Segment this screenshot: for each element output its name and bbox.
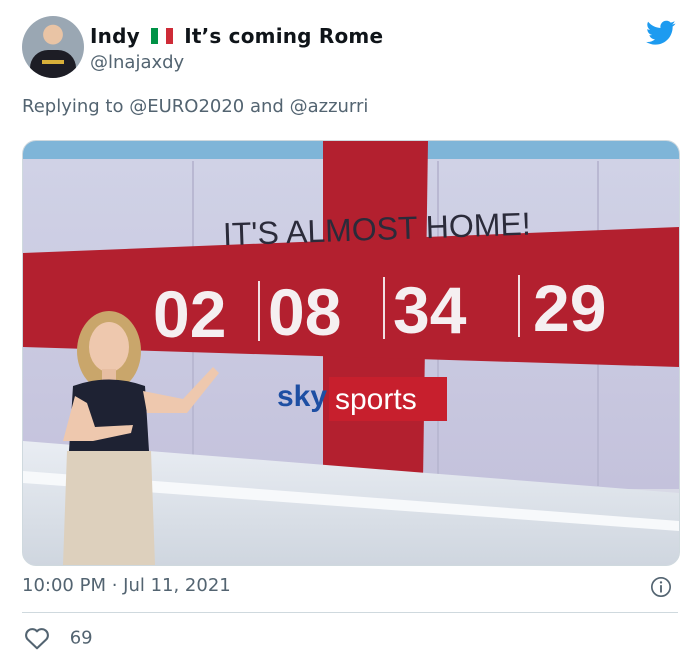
reply-prefix: Replying to (22, 96, 124, 117)
heart-icon[interactable] (24, 626, 50, 650)
author-handle[interactable]: @lnajaxdy (90, 52, 184, 73)
display-name[interactable]: Indy (90, 24, 140, 48)
countdown-hours: 08 (268, 275, 341, 349)
sports-logo-text: sports (335, 383, 417, 416)
countdown-days: 02 (153, 277, 226, 351)
reply-joiner: and (249, 96, 284, 117)
avatar-stripe (42, 60, 64, 64)
studio-photo: IT'S ALMOST HOME! 02 08 34 29 sky sports (23, 141, 679, 565)
twitter-bird-icon[interactable] (646, 20, 676, 46)
tweet-media-photo[interactable]: IT'S ALMOST HOME! 02 08 34 29 sky sports (22, 140, 680, 566)
countdown-minutes: 34 (393, 273, 467, 347)
divider (22, 612, 678, 613)
info-icon[interactable] (650, 576, 672, 598)
italy-flag-icon (151, 25, 173, 44)
like-action[interactable]: 69 (24, 626, 93, 652)
like-count: 69 (69, 627, 93, 649)
tweet-card: Indy It’s coming Rome @lnajaxdy Replying… (0, 0, 700, 667)
avatar-shirt (30, 50, 76, 78)
author-name-row[interactable]: Indy It’s coming Rome (90, 24, 383, 48)
reply-mention-euro2020[interactable]: @EURO2020 (129, 96, 244, 117)
reply-context: Replying to @EURO2020 and @azzurri (22, 96, 368, 117)
avatar[interactable] (22, 16, 84, 78)
tweet-timestamp[interactable]: 10:00 PM · Jul 11, 2021 (22, 575, 231, 596)
reply-mention-azzurri[interactable]: @azzurri (290, 96, 369, 117)
sky-logo-text: sky (277, 380, 327, 413)
display-name-suffix[interactable]: It’s coming Rome (184, 24, 383, 48)
tweet-header: Indy It’s coming Rome @lnajaxdy (22, 16, 682, 82)
countdown-seconds: 29 (533, 271, 606, 345)
